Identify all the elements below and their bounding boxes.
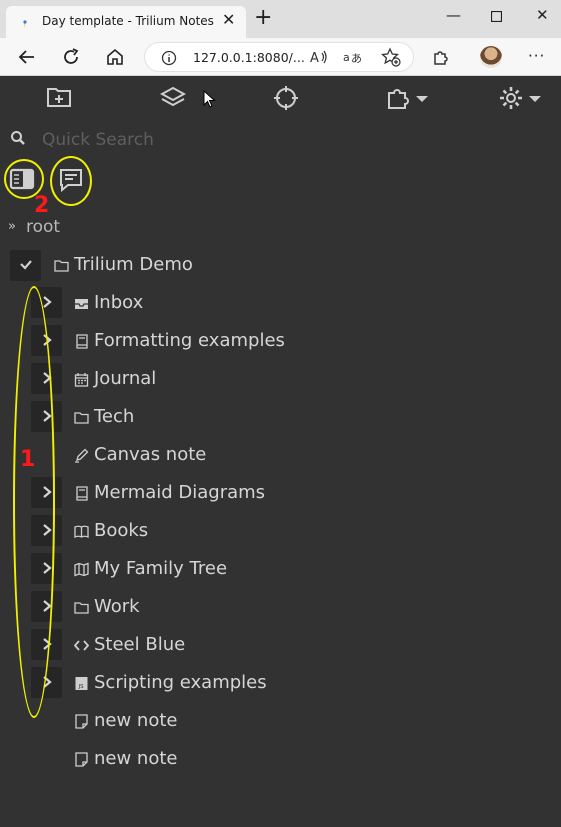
note-title: new note (94, 748, 178, 769)
calendar-icon (74, 373, 89, 387)
svg-text:JS: JS (78, 684, 85, 690)
note-title: new note (94, 710, 178, 731)
folder-icon (74, 412, 89, 424)
tree-item[interactable]: Canvas note (31, 438, 331, 472)
svg-text:あ: あ (351, 52, 362, 65)
note-title: Books (94, 520, 149, 541)
note-icon (75, 752, 88, 767)
root-label: root (26, 217, 61, 237)
translate-icon[interactable]: aあ (342, 46, 364, 68)
tree-item[interactable]: Formatting examples (31, 324, 331, 358)
check-chevron-icon (20, 260, 32, 270)
add-favorite-icon[interactable] (380, 46, 402, 68)
tree-item[interactable]: JS Scripting examples (31, 666, 331, 700)
tree-item[interactable]: new note (31, 704, 331, 738)
quick-search (0, 124, 561, 156)
note-title: Journal (94, 368, 157, 389)
tab-title: Day template - Trilium Notes (42, 14, 214, 28)
note-title: My Family Tree (94, 558, 228, 579)
browser-tab-strip: Day template - Trilium Notes ✕ + — ✕ (0, 0, 561, 38)
note-title: Steel Blue (94, 634, 186, 655)
js-file-icon: JS (75, 677, 88, 690)
trilium-favicon-icon (20, 17, 30, 28)
locate-icon[interactable] (273, 85, 299, 111)
note-title: Inbox (94, 292, 144, 313)
settings-dropdown-icon[interactable] (499, 85, 545, 111)
new-note-icon[interactable] (46, 85, 72, 109)
book-icon (76, 334, 88, 349)
quick-search-input[interactable] (38, 126, 338, 154)
note-title: Trilium Demo (74, 254, 193, 275)
svg-text:A: A (310, 51, 319, 66)
tree-item[interactable]: Books (31, 514, 331, 548)
profile-avatar[interactable] (480, 46, 502, 68)
refresh-icon[interactable] (60, 46, 82, 68)
annotation-number-2: 2 (34, 193, 50, 218)
maximize-icon[interactable] (491, 11, 502, 22)
tree-item[interactable]: Journal (31, 362, 331, 396)
tree-item[interactable]: Inbox (31, 286, 331, 320)
note-title: Canvas note (94, 444, 207, 465)
browser-toolbar: 127.0.0.1:8080/... A aあ ··· (0, 38, 561, 76)
folder-icon (74, 602, 89, 614)
inbox-icon (75, 299, 88, 309)
home-icon[interactable] (104, 46, 126, 68)
back-icon[interactable] (16, 46, 38, 68)
double-chevron-icon: » (8, 219, 16, 234)
search-icon (11, 131, 25, 145)
read-aloud-icon[interactable]: A (308, 46, 330, 68)
svg-text:a: a (343, 51, 350, 64)
info-icon[interactable] (161, 50, 177, 66)
tree-item[interactable]: new note (31, 742, 331, 776)
note-title: Tech (94, 406, 135, 427)
collapse-toggle[interactable] (10, 250, 41, 281)
map-icon (74, 562, 89, 577)
open-book-icon (74, 525, 89, 538)
extensions-icon[interactable] (430, 46, 452, 68)
book-icon (76, 486, 88, 501)
minimize-icon[interactable]: — (446, 6, 461, 24)
new-tab-icon[interactable]: + (254, 6, 272, 30)
tree-item[interactable]: Tech (31, 400, 331, 434)
code-icon (74, 640, 89, 651)
note-title: Mermaid Diagrams (94, 482, 266, 503)
note-title: Formatting examples (94, 330, 285, 351)
address-bar[interactable]: 127.0.0.1:8080/... (144, 42, 414, 72)
folder-icon (54, 260, 69, 272)
browser-tab[interactable]: Day template - Trilium Notes ✕ (6, 6, 246, 38)
annotation-ellipse-1 (13, 286, 55, 718)
annotation-circle-2b (50, 156, 92, 206)
window-close-icon[interactable]: ✕ (536, 6, 549, 24)
tree-item-trilium-demo[interactable]: Trilium Demo (10, 248, 310, 282)
note-title: Work (94, 596, 140, 617)
note-icon (75, 714, 88, 729)
url-text[interactable]: 127.0.0.1:8080/... (193, 50, 305, 65)
plugins-dropdown-icon[interactable] (386, 85, 432, 111)
annotation-number-1: 1 (20, 447, 36, 472)
note-title: Scripting examples (94, 672, 267, 693)
layers-icon[interactable] (160, 85, 186, 109)
more-options-icon[interactable]: ··· (528, 47, 545, 65)
pen-icon (75, 448, 89, 463)
tree-item[interactable]: Steel Blue (31, 628, 331, 662)
mouse-cursor-icon (203, 90, 216, 108)
tree-item[interactable]: Mermaid Diagrams (31, 476, 331, 510)
tree-item[interactable]: Work (31, 590, 331, 624)
tree-item[interactable]: My Family Tree (31, 552, 331, 586)
tab-close-icon[interactable]: ✕ (222, 10, 235, 29)
launcher-bar (0, 76, 561, 118)
